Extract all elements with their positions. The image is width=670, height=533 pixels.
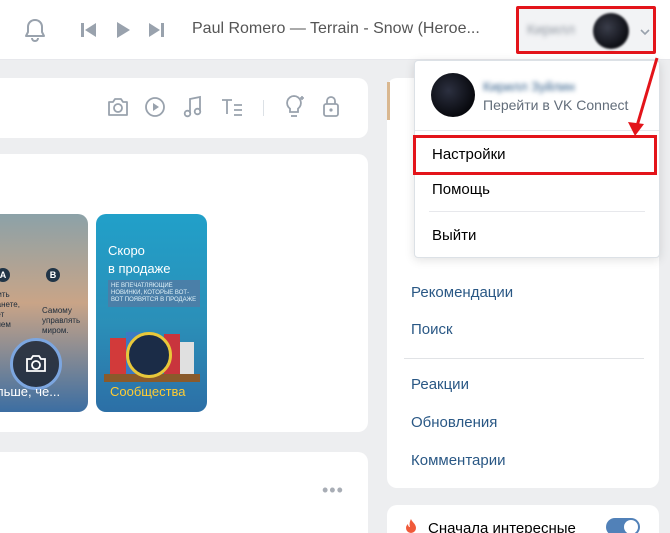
video-icon[interactable]: [144, 96, 166, 118]
chevron-down-icon: [640, 29, 650, 36]
active-indicator: [387, 82, 390, 120]
story-caption: льше, че...: [0, 384, 61, 399]
more-icon[interactable]: •••: [322, 480, 344, 501]
top-bar: Paul Romero — Terrain - Snow (Heroe... К…: [0, 0, 670, 60]
user-name: Кирилл: [527, 21, 575, 37]
lock-icon[interactable]: [321, 94, 341, 118]
post-composer: [0, 78, 368, 138]
story-item[interactable]: Скоро в продаже НЕ ВПЕЧАТЛЯЮЩИЕ НОВИНКИ,…: [96, 214, 207, 412]
story-text-right: Самому управлять миром.: [42, 306, 81, 335]
divider: [263, 100, 264, 116]
user-menu-button[interactable]: Кирилл: [516, 6, 656, 54]
community-logo: [126, 332, 172, 378]
camera-icon: [10, 338, 62, 390]
text-format-icon[interactable]: [220, 97, 244, 117]
story-text-left: жить ланете, нет блем: [0, 290, 20, 329]
story-badge-a: A: [0, 268, 10, 282]
play-icon[interactable]: [115, 21, 131, 39]
story-item[interactable]: A B жить ланете, нет блем Самому управля…: [0, 214, 88, 412]
menu-item-updates[interactable]: Обновления: [411, 414, 497, 431]
next-icon[interactable]: [147, 22, 165, 38]
settings-highlight-box: [413, 135, 657, 175]
camera-icon[interactable]: [106, 96, 130, 118]
story-banner: НЕ ВПЕЧАТЛЯЮЩИЕ НОВИНКИ, КОТОРЫЕ ВОТ-ВОТ…: [108, 280, 200, 307]
player-track-title[interactable]: Paul Romero — Terrain - Snow (Heroe...: [192, 20, 492, 38]
divider: [404, 358, 644, 359]
feed-post-card: [0, 452, 368, 533]
bell-icon[interactable]: [23, 17, 47, 43]
feed-filter-toggle[interactable]: [606, 518, 640, 533]
divider: [429, 211, 645, 212]
dropdown-user-name[interactable]: Кирилл Зуйлин: [483, 79, 575, 94]
vk-connect-link[interactable]: Перейти в VK Connect: [483, 97, 628, 113]
menu-item-reactions[interactable]: Реакции: [411, 376, 469, 393]
story-caption: Сообщества: [110, 384, 186, 399]
music-icon[interactable]: [183, 95, 203, 119]
fire-icon: [406, 519, 416, 533]
story-badge-b: B: [46, 268, 60, 282]
dropdown-item-logout[interactable]: Выйти: [432, 227, 476, 244]
lightbulb-icon[interactable]: [283, 94, 305, 120]
story-title-line2: в продаже: [108, 261, 171, 276]
avatar: [431, 73, 475, 117]
story-title-line1: Скоро: [108, 243, 145, 258]
avatar: [593, 13, 629, 49]
divider: [415, 130, 659, 131]
previous-icon[interactable]: [80, 22, 98, 38]
menu-item-recommendations[interactable]: Рекомендации: [411, 284, 513, 301]
user-dropdown-menu: Кирилл Зуйлин Перейти в VK Connect Настр…: [413, 60, 660, 258]
menu-item-search[interactable]: Поиск: [411, 321, 453, 338]
menu-item-comments[interactable]: Комментарии: [411, 452, 505, 469]
feed-filter-label: Сначала интересные: [428, 520, 576, 533]
dropdown-item-help[interactable]: Помощь: [432, 181, 490, 198]
